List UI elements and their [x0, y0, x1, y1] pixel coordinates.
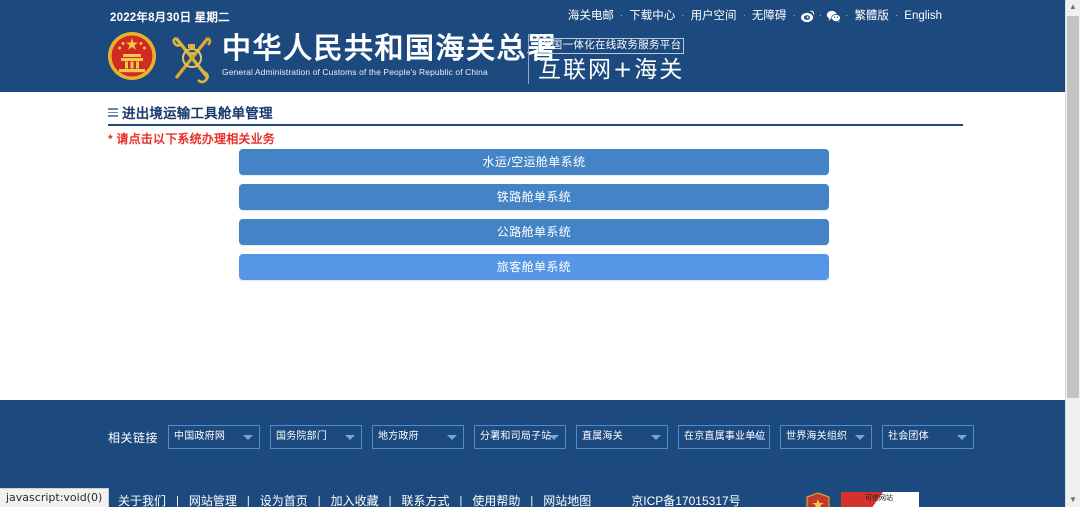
select-direct-customs[interactable]: 直属海关 — [576, 425, 669, 449]
footer-link-site-management[interactable]: 网站管理 — [179, 492, 247, 507]
footer-link-sitemap[interactable]: 网站地图 — [533, 492, 601, 507]
national-emblem-icon — [106, 30, 158, 82]
wechat-icon[interactable] — [826, 9, 841, 23]
scroll-up-icon[interactable]: ▲ — [1066, 0, 1080, 14]
brand-bar: 中华人民共和国海关总署 General Administration of Cu… — [0, 31, 1066, 92]
select-social-organizations[interactable]: 社会团体 — [882, 425, 975, 449]
select-value: 直属海关 — [582, 431, 623, 442]
chevron-down-icon — [243, 435, 254, 440]
topnav-separator: · — [792, 10, 796, 21]
select-wco[interactable]: 世界海关组织 — [780, 425, 873, 449]
top-utility-bar: 2022年8月30日 星期二 海关电邮 · 下载中心 · 用户空间 · 无障碍 … — [0, 0, 1066, 34]
select-local-government[interactable]: 地方政府 — [372, 425, 465, 449]
notice-text: * 请点击以下系统办理相关业务 — [108, 132, 276, 146]
chevron-down-icon — [651, 435, 662, 440]
scroll-down-icon[interactable]: ▼ — [1066, 493, 1080, 507]
main-content: 进出境运输工具舱单管理 * 请点击以下系统办理相关业务 水运/空运舱单系统 铁路… — [0, 92, 1066, 400]
select-value: 地方政府 — [378, 431, 419, 442]
footer-link-about-us[interactable]: 关于我们 — [108, 492, 176, 507]
chevron-down-icon — [753, 435, 764, 440]
chevron-down-icon — [957, 435, 968, 440]
platform-block: 全国一体化在线政务服务平台 互联网+海关 — [538, 35, 685, 84]
customs-caduceus-icon — [166, 32, 218, 86]
topnav-item-accessibility[interactable]: 无障碍 — [746, 9, 793, 23]
system-button-list: 水运/空运舱单系统 铁路舱单系统 公路舱单系统 旅客舱单系统 — [239, 149, 829, 289]
related-links-row: 相关链接 中国政府网 国务院部门 地方政府 分署和司局子站 直属海关 在京直属事… — [108, 425, 984, 449]
browser-status-tooltip: javascript:void(0) — [0, 488, 110, 507]
topnav-item-traditional-chinese[interactable]: 繁體版 — [848, 9, 895, 23]
related-links-label: 相关链接 — [108, 430, 159, 445]
topnav-item-english[interactable]: English — [898, 9, 948, 23]
footer-link-help[interactable]: 使用帮助 — [462, 492, 530, 507]
select-state-council-depts[interactable]: 国务院部门 — [270, 425, 363, 449]
platform-tag: 全国一体化在线政务服务平台 — [538, 38, 685, 54]
platform-name: 互联网+海关 — [538, 57, 685, 83]
topnav-item-user-space[interactable]: 用户空间 — [685, 9, 743, 23]
page-title-row: 进出境运输工具舱单管理 — [108, 102, 273, 122]
brand-title-en: General Administration of Customs of the… — [222, 67, 488, 77]
select-beijing-institutions[interactable]: 在京直属事业单位 — [678, 425, 771, 449]
system-button-sea-air-manifest[interactable]: 水运/空运舱单系统 — [239, 149, 829, 175]
icp-record-number: 京ICP备17015317号 — [631, 494, 741, 507]
site-header: 2022年8月30日 星期二 海关电邮 · 下载中心 · 用户空间 · 无障碍 … — [0, 0, 1066, 92]
select-value: 分署和司局子站 — [480, 431, 552, 442]
system-button-rail-manifest[interactable]: 铁路舱单系统 — [239, 184, 829, 210]
page-title: 进出境运输工具舱单管理 — [122, 106, 273, 121]
footer-links: 关于我们 | 网站管理 | 设为首页 | 加入收藏 | 联系方式 | 使用帮助 … — [108, 492, 741, 507]
cert-badge-icon[interactable]: 可信网站 — [841, 492, 919, 507]
brand-text: 中华人民共和国海关总署 General Administration of Cu… — [222, 31, 558, 78]
title-underline — [108, 124, 963, 126]
chevron-down-icon — [447, 435, 458, 440]
site-footer: 相关链接 中国政府网 国务院部门 地方政府 分署和司局子站 直属海关 在京直属事… — [0, 400, 1066, 507]
system-button-passenger-manifest[interactable]: 旅客舱单系统 — [239, 254, 829, 280]
footer-badges: 可信网站 — [805, 492, 919, 507]
police-badge-icon[interactable] — [805, 492, 831, 507]
select-china-gov[interactable]: 中国政府网 — [168, 425, 261, 449]
select-value: 世界海关组织 — [786, 431, 848, 442]
topnav-item-customs-mail[interactable]: 海关电邮 — [562, 9, 620, 23]
current-date: 2022年8月30日 星期二 — [110, 12, 230, 24]
chevron-down-icon — [855, 435, 866, 440]
page-root: 2022年8月30日 星期二 海关电邮 · 下载中心 · 用户空间 · 无障碍 … — [0, 0, 1080, 507]
weibo-icon[interactable] — [800, 9, 815, 23]
select-branch-bureau-sites[interactable]: 分署和司局子站 — [474, 425, 567, 449]
cert-badge-label: 可信网站 — [865, 495, 893, 502]
footer-link-add-favorite[interactable]: 加入收藏 — [321, 492, 389, 507]
select-value: 国务院部门 — [276, 431, 328, 442]
system-button-road-manifest[interactable]: 公路舱单系统 — [239, 219, 829, 245]
page-scrollbar[interactable]: ▲ ▼ — [1065, 0, 1080, 507]
select-value: 社会团体 — [888, 431, 929, 442]
list-menu-icon — [108, 108, 118, 118]
select-value: 中国政府网 — [174, 431, 226, 442]
chevron-down-icon — [549, 435, 560, 440]
footer-link-set-homepage[interactable]: 设为首页 — [250, 492, 318, 507]
brand-title-cn: 中华人民共和国海关总署 — [222, 31, 558, 65]
topnav-item-download-center[interactable]: 下载中心 — [623, 9, 681, 23]
topnav-separator: · — [818, 10, 823, 21]
footer-link-contact[interactable]: 联系方式 — [392, 492, 460, 507]
top-nav: 海关电邮 · 下载中心 · 用户空间 · 无障碍 · · · 繁體版 · Eng… — [562, 9, 948, 23]
brand-divider — [528, 34, 529, 84]
scrollbar-thumb[interactable] — [1067, 16, 1079, 398]
chevron-down-icon — [345, 435, 356, 440]
